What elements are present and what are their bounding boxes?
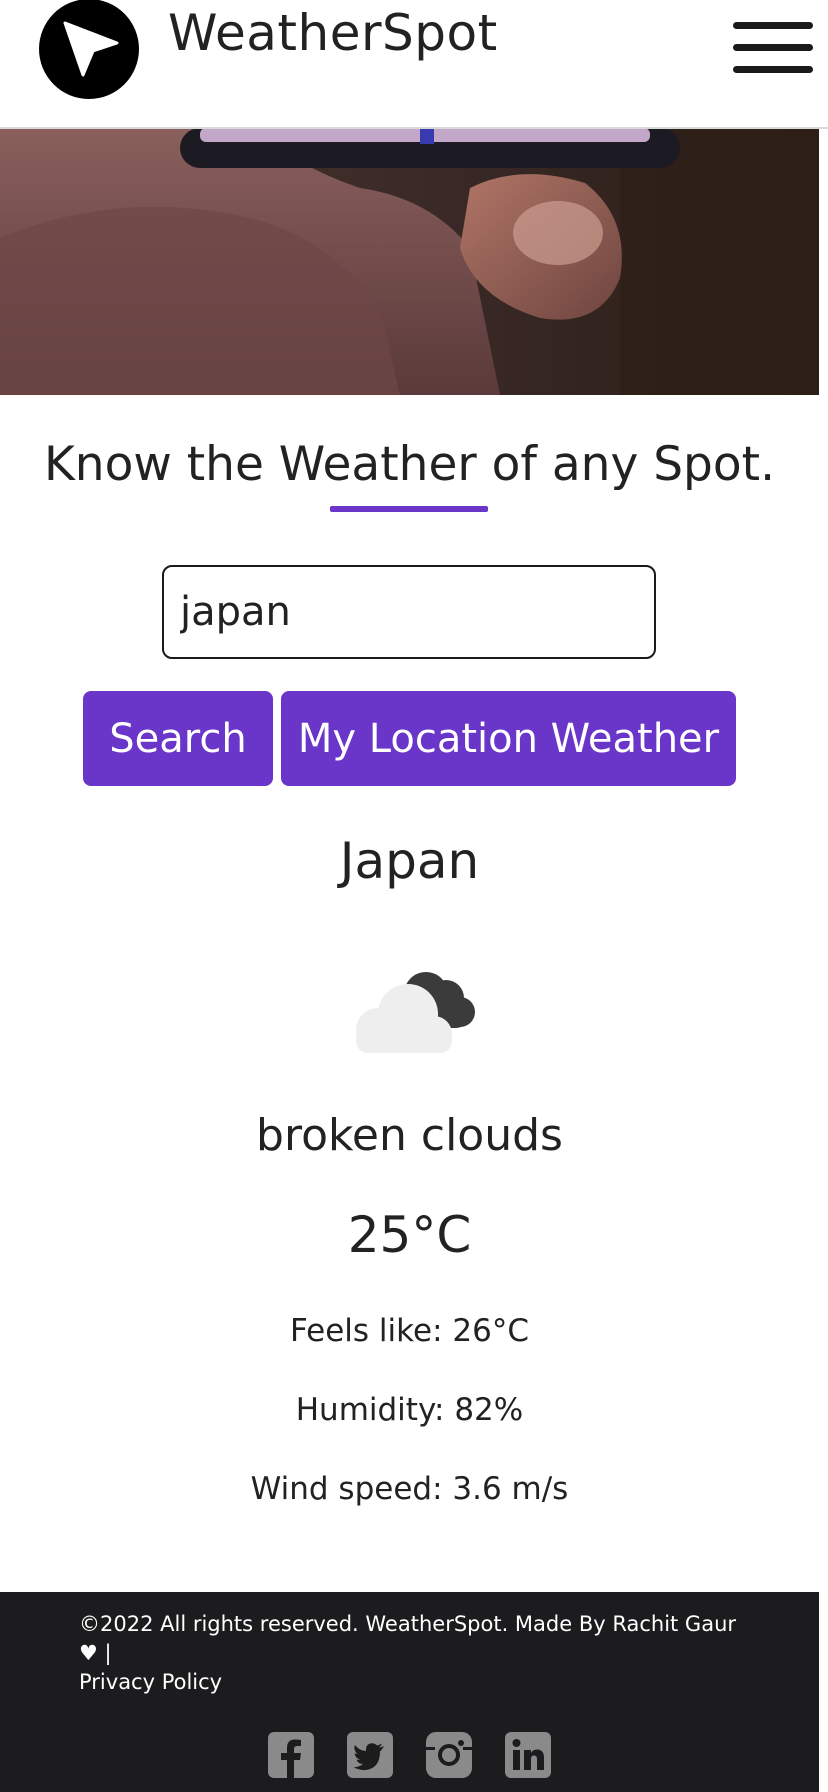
wind-speed: Wind speed: 3.6 m/s bbox=[250, 1471, 569, 1507]
my-location-weather-button[interactable]: My Location Weather bbox=[281, 691, 736, 786]
weather-condition: broken clouds bbox=[256, 1110, 563, 1161]
header: WeatherSpot bbox=[0, 0, 828, 129]
page: WeatherSpot Know the Weather of any Spot… bbox=[0, 0, 828, 1792]
privacy-policy-link[interactable]: Privacy Policy bbox=[79, 1670, 222, 1694]
brand-name[interactable]: WeatherSpot bbox=[168, 4, 498, 62]
search-input[interactable] bbox=[162, 565, 656, 659]
broken-clouds-icon bbox=[356, 972, 475, 1053]
humidity: Humidity: 82% bbox=[295, 1392, 524, 1428]
city-name: Japan bbox=[339, 832, 480, 890]
twitter-icon[interactable] bbox=[347, 1732, 393, 1778]
hand-holding-phone-photo bbox=[0, 128, 819, 395]
copyright-text: ©2022 All rights reserved. WeatherSpot. … bbox=[79, 1612, 737, 1665]
navigation-arrow-icon bbox=[63, 21, 119, 77]
hamburger-menu-icon[interactable] bbox=[733, 22, 813, 74]
hero-image bbox=[0, 128, 819, 395]
instagram-icon[interactable] bbox=[426, 1732, 472, 1778]
title-underline bbox=[330, 506, 488, 512]
facebook-icon[interactable] bbox=[268, 1732, 314, 1778]
search-button[interactable]: Search bbox=[83, 691, 273, 786]
temperature: 25°C bbox=[347, 1206, 472, 1264]
footer-text: ©2022 All rights reserved. WeatherSpot. … bbox=[79, 1610, 759, 1697]
feels-like: Feels like: 26°C bbox=[290, 1313, 529, 1349]
page-title: Know the Weather of any Spot. bbox=[43, 437, 776, 492]
logo[interactable] bbox=[39, 0, 139, 99]
footer: ©2022 All rights reserved. WeatherSpot. … bbox=[0, 1592, 819, 1792]
linkedin-icon[interactable] bbox=[505, 1732, 551, 1778]
